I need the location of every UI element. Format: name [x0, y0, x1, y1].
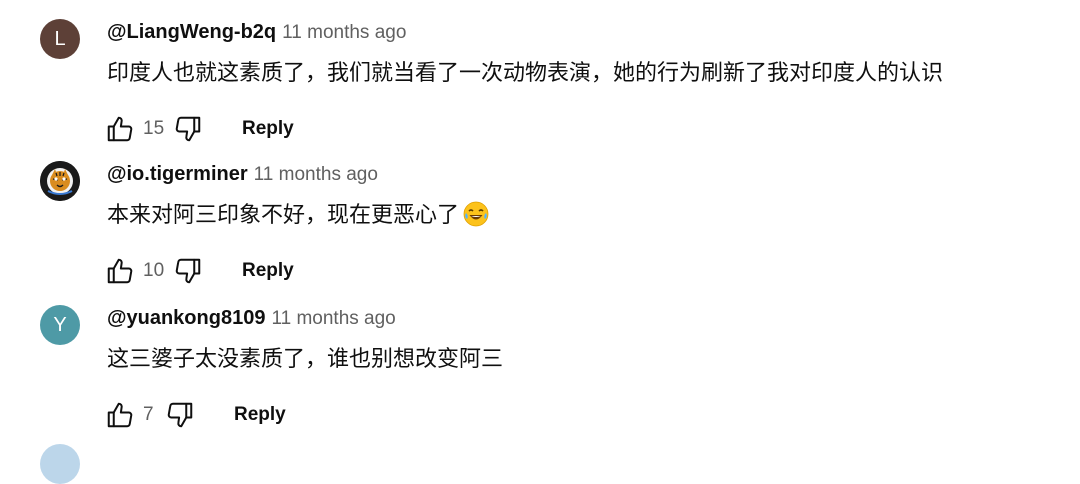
like-count: 15 — [143, 118, 165, 139]
avatar[interactable] — [40, 161, 80, 201]
comment-author[interactable]: @io.tigerminer — [107, 163, 248, 185]
comment-header: @yuankong8109 11 months ago — [107, 305, 396, 331]
like-count: 7 — [143, 404, 154, 425]
comment-2: @io.tigerminer 11 months ago 本来对阿三印象不好，现在… — [40, 161, 1040, 291]
comment-1: L @LiangWeng-b2q 11 months ago 印度人也就这素质了，… — [40, 19, 1040, 149]
comment-text-container: 本来对阿三印象不好，现在更恶心了 — [107, 201, 489, 231]
like-count: 10 — [143, 260, 165, 281]
reply-button[interactable]: Reply — [242, 260, 294, 282]
comment-actions: 7 Reply — [103, 398, 286, 432]
comment-header: @io.tigerminer 11 months ago — [107, 161, 378, 187]
comment-time[interactable]: 11 months ago — [282, 22, 406, 43]
comment-text: 这三婆子太没素质了，谁也别想改变阿三 — [107, 347, 504, 372]
avatar[interactable] — [40, 444, 80, 484]
comment-header: @LiangWeng-b2q 11 months ago — [107, 19, 406, 45]
reply-button[interactable]: Reply — [242, 118, 294, 140]
dislike-button[interactable] — [171, 254, 205, 288]
comment-author[interactable]: @yuankong8109 — [107, 307, 265, 329]
thumbs-down-icon — [175, 258, 201, 284]
avatar-letter: L — [54, 27, 66, 50]
thumbs-up-icon — [107, 116, 133, 142]
comment-3: Y @yuankong8109 11 months ago 这三婆子太没素质了，谁… — [40, 305, 1040, 435]
like-button[interactable] — [103, 112, 137, 146]
like-button[interactable] — [103, 398, 137, 432]
like-button[interactable] — [103, 254, 137, 288]
tiger-avatar-icon — [40, 161, 80, 201]
comment-text: 印度人也就这素质了，我们就当看了一次动物表演，她的行为刷新了我对印度人的认识 — [107, 61, 944, 86]
avatar[interactable]: Y — [40, 305, 80, 345]
comment-text: 本来对阿三印象不好，现在更恶心了 — [107, 203, 460, 228]
thumbs-up-icon — [107, 402, 133, 428]
comment-time[interactable]: 11 months ago — [254, 164, 378, 185]
avatar-letter: Y — [53, 313, 67, 336]
reply-button[interactable]: Reply — [234, 404, 286, 426]
avatar[interactable]: L — [40, 19, 80, 59]
comment-author[interactable]: @LiangWeng-b2q — [107, 21, 276, 43]
dislike-button[interactable] — [163, 398, 197, 432]
laughing-tears-emoji — [463, 201, 489, 227]
thumbs-down-icon — [175, 116, 201, 142]
comment-actions: 15 Reply — [103, 112, 294, 146]
thumbs-up-icon — [107, 258, 133, 284]
thumbs-down-icon — [167, 402, 193, 428]
comment-time[interactable]: 11 months ago — [271, 308, 395, 329]
comment-actions: 10 Reply — [103, 254, 294, 288]
dislike-button[interactable] — [171, 112, 205, 146]
